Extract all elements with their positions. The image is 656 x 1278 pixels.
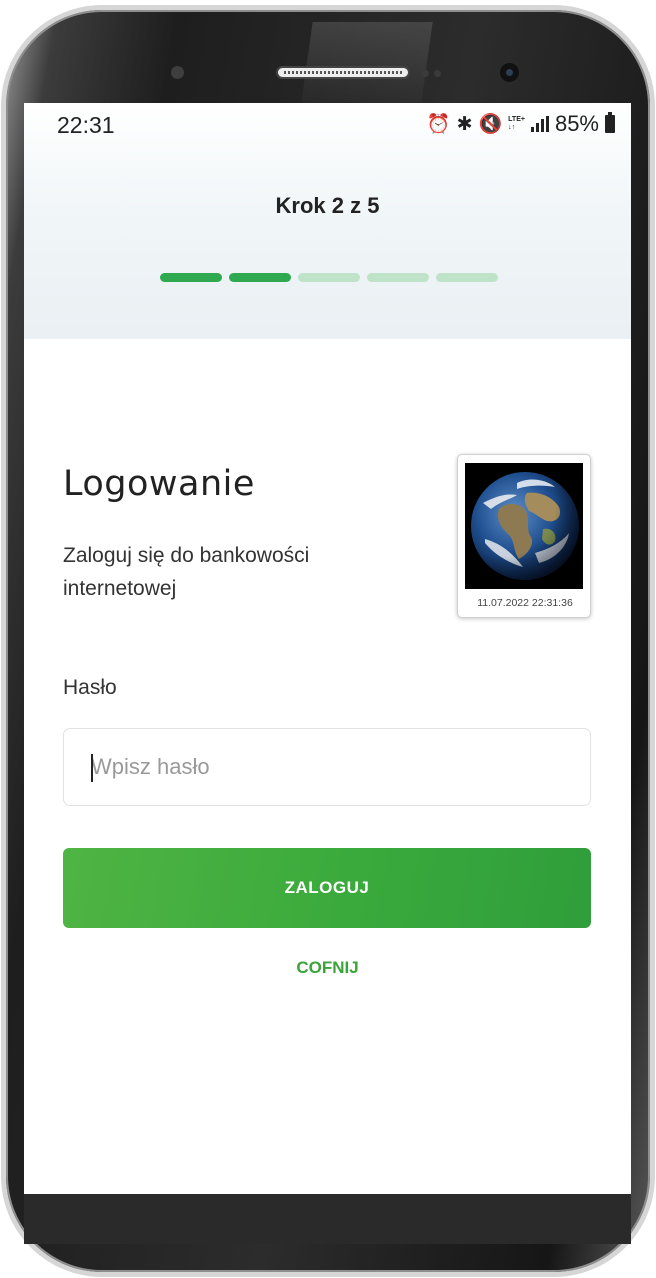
app-screen: 22:31 ⏰ ✱ 🔇 LTE+ ↓↑ 85% Krok 2 z 5 Logow… xyxy=(24,103,631,1194)
password-field-container[interactable] xyxy=(63,728,591,806)
sensor-dot xyxy=(422,70,429,77)
progress-segment-3 xyxy=(298,273,360,282)
progress-segment-5 xyxy=(436,273,498,282)
password-input[interactable] xyxy=(91,729,571,805)
back-button[interactable]: COFNIJ xyxy=(24,958,631,978)
progress-segment-4 xyxy=(367,273,429,282)
proximity-sensor xyxy=(171,66,184,79)
text-caret xyxy=(91,754,93,782)
earpiece-speaker xyxy=(276,66,410,79)
battery-icon xyxy=(605,112,615,133)
front-camera xyxy=(500,63,519,82)
sensor-dot xyxy=(434,70,441,77)
header-panel: 22:31 ⏰ ✱ 🔇 LTE+ ↓↑ 85% Krok 2 z 5 xyxy=(24,103,631,339)
mute-icon: 🔇 xyxy=(478,113,503,135)
alarm-icon: ⏰ xyxy=(426,113,451,135)
password-label: Hasło xyxy=(63,676,117,699)
progress-segment-1 xyxy=(160,273,222,282)
step-progress-bar xyxy=(160,273,498,282)
navigation-bar xyxy=(24,1194,631,1244)
security-image-card: 11.07.2022 22:31:36 xyxy=(457,454,591,618)
battery-percent: 85% xyxy=(554,111,599,136)
signal-icon xyxy=(530,116,549,132)
earth-image xyxy=(465,463,583,589)
page-subtitle: Zaloguj się do bankowości internetowej xyxy=(63,544,310,600)
page-title: Logowanie xyxy=(63,464,255,504)
lte-icon: LTE+ ↓↑ xyxy=(508,116,525,131)
security-image-timestamp: 11.07.2022 22:31:36 xyxy=(477,597,573,609)
step-indicator-title: Krok 2 z 5 xyxy=(275,193,380,218)
status-icons: ⏰ ✱ 🔇 LTE+ ↓↑ 85% xyxy=(427,109,615,139)
progress-segment-2 xyxy=(229,273,291,282)
login-button[interactable]: ZALOGUJ xyxy=(63,848,591,928)
status-time: 22:31 xyxy=(57,112,115,138)
bluetooth-icon: ✱ xyxy=(456,113,473,135)
